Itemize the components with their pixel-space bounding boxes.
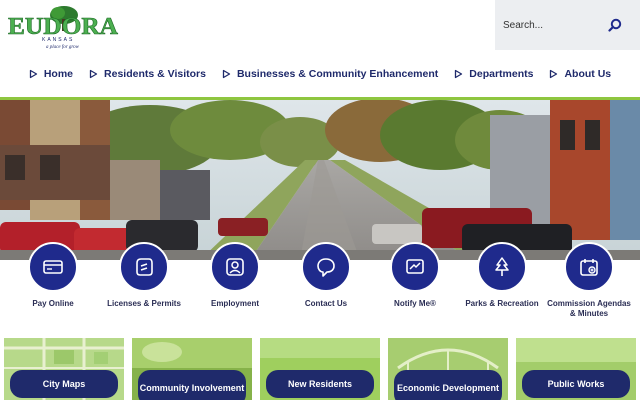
quick-link-label: Commission Agendas & Minutes <box>547 299 631 318</box>
tile-economic-development[interactable]: Economic Development <box>388 338 508 400</box>
quick-link-employment[interactable]: Employment <box>190 240 280 309</box>
logo-subtext: KANSAS <box>42 37 74 43</box>
nav-label: Departments <box>469 68 534 80</box>
notify-icon <box>390 242 440 292</box>
tile-label-pill: Economic Development <box>394 370 502 400</box>
id-badge-icon <box>210 242 260 292</box>
tile-label: New Residents <box>287 379 353 389</box>
license-icon <box>119 242 169 292</box>
tile-label: City Maps <box>42 379 86 389</box>
tile-label-pill: New Residents <box>266 370 374 398</box>
tile-label-pill: City Maps <box>10 370 118 398</box>
nav-item-departments[interactable]: Departments <box>454 68 533 80</box>
quick-link-label: Contact Us <box>304 299 348 308</box>
tile-label-pill: Public Works <box>522 370 630 398</box>
tree-icon <box>477 242 527 292</box>
nav-item-businesses[interactable]: Businesses & Community Enhancement <box>222 68 438 80</box>
quick-links: Pay Online Licenses & Permits Employment… <box>0 240 640 330</box>
tile-label-pill: Community Involvement <box>138 370 246 400</box>
quick-link-parks-recreation[interactable]: Parks & Recreation <box>457 240 547 309</box>
play-icon <box>89 69 98 79</box>
quick-link-contact-us[interactable]: Contact Us <box>281 240 371 309</box>
nav-item-home[interactable]: Home <box>29 68 73 80</box>
nav-label: Residents & Visitors <box>104 68 206 80</box>
play-icon <box>29 69 37 79</box>
tile-label: Community Involvement <box>139 383 245 393</box>
quick-link-label: Notify Me® <box>394 299 436 308</box>
tile-label: Economic Development <box>396 383 500 393</box>
nav-item-about-us[interactable]: About Us <box>549 68 611 80</box>
feature-tiles: City Maps Community Involvement New Resi… <box>0 338 640 400</box>
quick-link-commission-agendas[interactable]: Commission Agendas & Minutes <box>544 240 634 319</box>
main-nav: Home Residents & Visitors Businesses & C… <box>0 62 640 86</box>
hero-image <box>0 100 640 260</box>
tile-community-involvement[interactable]: Community Involvement <box>132 338 252 400</box>
play-icon <box>455 69 463 79</box>
quick-link-notify-me[interactable]: Notify Me® <box>370 240 460 309</box>
site-logo[interactable]: EUDORA KANSAS a place for grow <box>8 4 120 50</box>
quick-link-label: Parks & Recreation <box>465 299 539 308</box>
chat-bubble-icon <box>301 242 351 292</box>
search-icon[interactable] <box>608 18 622 32</box>
tile-public-works[interactable]: Public Works <box>516 338 636 400</box>
nav-label: Businesses & Community Enhancement <box>236 68 439 80</box>
quick-link-label: Licenses & Permits <box>107 299 181 308</box>
credit-card-icon <box>28 242 78 292</box>
nav-item-residents-visitors[interactable]: Residents & Visitors <box>89 68 206 80</box>
nav-label: About Us <box>564 68 612 80</box>
search-box <box>495 0 640 50</box>
tile-label: Public Works <box>547 379 605 389</box>
play-icon <box>222 69 231 79</box>
quick-link-label: Employment <box>210 299 259 308</box>
tile-city-maps[interactable]: City Maps <box>4 338 124 400</box>
search-input[interactable] <box>503 16 603 34</box>
quick-link-licenses-permits[interactable]: Licenses & Permits <box>99 240 189 309</box>
calendar-icon <box>564 242 614 292</box>
quick-link-pay-online[interactable]: Pay Online <box>8 240 98 309</box>
nav-label: Home <box>43 68 74 80</box>
logo-tagline: a place for grow <box>46 45 80 50</box>
play-icon <box>550 69 558 79</box>
quick-link-label: Pay Online <box>32 299 74 308</box>
tile-new-residents[interactable]: New Residents <box>260 338 380 400</box>
